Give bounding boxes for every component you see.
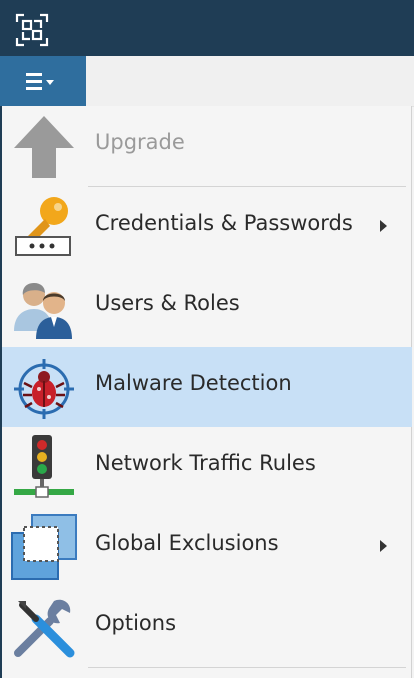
menu-bar [0, 56, 414, 107]
hamburger-menu-icon [26, 73, 54, 90]
menu-item-label: Global Exclusions [95, 531, 279, 555]
exclusion-square-icon [11, 514, 77, 580]
menu-item-network-traffic-rules[interactable]: Network Traffic Rules [2, 427, 412, 507]
submenu-arrow-icon [380, 220, 387, 232]
title-bar [0, 0, 414, 56]
menu-item-label: Options [95, 611, 177, 635]
menu-item-malware-detection[interactable]: Malware Detection [2, 347, 412, 427]
menu-item-global-exclusions[interactable]: Global Exclusions [2, 507, 412, 587]
menu-item-label: Users & Roles [95, 291, 240, 315]
tools-icon [14, 599, 75, 658]
upgrade-arrow-icon [14, 116, 74, 178]
key-icon [15, 197, 71, 256]
traffic-light-icon [14, 435, 74, 498]
menu-item-label: Network Traffic Rules [95, 451, 316, 475]
submenu-arrow-icon [380, 540, 387, 552]
menu-item-credentials-passwords[interactable]: Credentials & Passwords [2, 187, 412, 267]
menu-item-label: Upgrade [95, 130, 185, 154]
menu-separator [88, 667, 406, 668]
menu-item-label: Malware Detection [95, 371, 292, 395]
menu-item-upgrade[interactable]: Upgrade [2, 106, 412, 186]
menu-item-options[interactable]: Options [2, 587, 412, 667]
scan-icon[interactable] [14, 12, 50, 48]
dropdown-menu: Upgrade Credentials & Passwords Users & … [0, 106, 412, 678]
bug-target-icon [14, 359, 74, 419]
main-menu-button[interactable] [0, 56, 86, 106]
menu-item-users-roles[interactable]: Users & Roles [2, 267, 412, 347]
menu-item-label: Credentials & Passwords [95, 211, 353, 235]
users-icon [14, 283, 72, 339]
